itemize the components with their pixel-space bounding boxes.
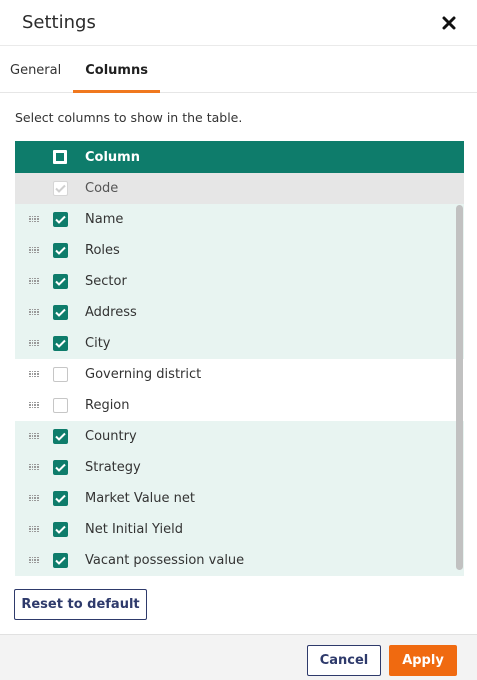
tab-bar: General Columns [0,46,477,93]
drag-handle-icon[interactable] [29,463,39,472]
column-checkbox[interactable] [53,274,68,289]
table-row: Region [15,390,464,421]
column-label: Market Value net [85,491,195,506]
column-checkbox-disabled [53,181,68,196]
column-label: Region [85,398,130,413]
scrollbar-thumb[interactable] [456,205,463,570]
column-checkbox[interactable] [53,553,68,568]
column-label: Roles [85,243,120,258]
column-label: City [85,336,111,351]
table-row: Governing district [15,359,464,390]
drag-handle-icon[interactable] [29,246,39,255]
column-label: Governing district [85,367,202,382]
drag-handle-icon[interactable] [29,308,39,317]
column-label: Net Initial Yield [85,522,184,537]
column-checkbox[interactable] [53,243,68,258]
tab-columns[interactable]: Columns [73,63,160,93]
dialog-title: Settings [22,12,96,33]
close-icon[interactable] [439,13,459,33]
column-header-label: Column [85,149,140,165]
table-row: Vacant possession value [15,545,464,576]
drag-handle-icon[interactable] [29,432,39,441]
column-checkbox[interactable] [53,398,68,413]
reset-to-default-button[interactable]: Reset to default [14,589,147,620]
table-row-fixed: Code [15,173,464,204]
column-checkbox[interactable] [53,367,68,382]
table-row: Net Initial Yield [15,514,464,545]
table-row: City [15,328,464,359]
drag-handle-icon[interactable] [29,277,39,286]
drag-handle-icon[interactable] [29,494,39,503]
apply-button[interactable]: Apply [389,645,457,676]
table-row: Address [15,297,464,328]
table-row: Name [15,204,464,235]
column-checkbox[interactable] [53,305,68,320]
column-label: Address [85,305,137,320]
column-checkbox[interactable] [53,491,68,506]
drag-handle-icon[interactable] [29,215,39,224]
columns-description: Select columns to show in the table. [15,110,243,125]
drag-handle-icon[interactable] [29,339,39,348]
column-label: Code [85,181,119,196]
table-row: Sector [15,266,464,297]
column-checkbox[interactable] [53,522,68,537]
column-label: Country [85,429,137,444]
columns-table: Column Code Name Roles Sector Address City Go… [15,141,464,576]
cancel-button[interactable]: Cancel [307,645,381,676]
column-checkbox[interactable] [53,460,68,475]
table-header: Column [15,141,464,173]
column-label: Sector [85,274,127,289]
select-all-checkbox[interactable] [53,150,67,164]
column-label: Strategy [85,460,141,475]
column-checkbox[interactable] [53,212,68,227]
table-row: Market Value net [15,483,464,514]
column-label: Name [85,212,124,227]
column-label: Vacant possession value [85,553,245,568]
drag-handle-icon[interactable] [29,401,39,410]
table-row: Roles [15,235,464,266]
tab-general[interactable]: General [10,63,61,92]
column-checkbox[interactable] [53,336,68,351]
dialog-header: Settings [0,0,477,46]
drag-handle-icon[interactable] [29,370,39,379]
table-row: Country [15,421,464,452]
column-checkbox[interactable] [53,429,68,444]
drag-handle-icon[interactable] [29,525,39,534]
drag-handle-icon[interactable] [29,556,39,565]
table-row: Strategy [15,452,464,483]
